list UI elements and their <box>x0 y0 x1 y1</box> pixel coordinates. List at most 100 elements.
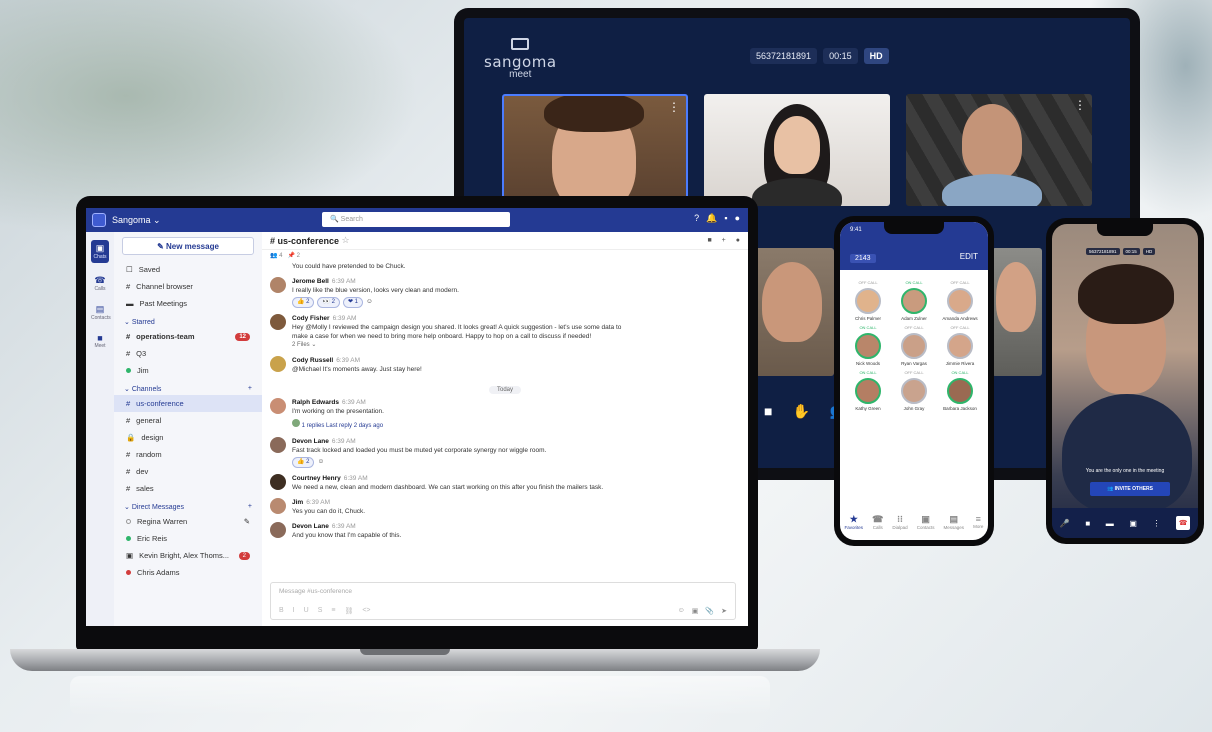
rail-calls[interactable]: ☎ Calls <box>91 275 109 292</box>
sidebar-item-q3[interactable]: # Q3 <box>114 345 262 362</box>
add-icon[interactable]: + <box>248 385 252 393</box>
edit-icon[interactable]: ✎ <box>244 517 250 526</box>
mic-icon[interactable]: 🎤 <box>1060 519 1070 528</box>
message-author[interactable]: Jerome Bell <box>292 278 329 285</box>
sidebar-item-random[interactable]: # random <box>114 446 262 463</box>
message-author[interactable]: Devon Lane <box>292 523 329 530</box>
tab-favorites[interactable]: ★ Favorites <box>845 514 864 530</box>
message-author[interactable]: Devon Lane <box>292 438 329 445</box>
camera-icon[interactable]: ■ <box>1085 519 1090 528</box>
reaction[interactable]: 👍 2 <box>292 457 315 468</box>
underline-icon[interactable]: U <box>304 607 309 615</box>
contact-tile[interactable]: OFF CALL John Gray <box>892 370 936 411</box>
sidebar-item-design[interactable]: 🔒 design <box>114 429 262 446</box>
tab-contacts[interactable]: ▣ Contacts <box>917 514 935 530</box>
section-direct-messages[interactable]: ⌄ Direct Messages + <box>114 497 262 513</box>
share-screen-icon[interactable]: ■ <box>764 403 772 420</box>
link-icon[interactable]: ⛓ <box>344 607 353 615</box>
avatar[interactable] <box>270 474 286 490</box>
section-starred[interactable]: ⌄ Starred <box>114 312 262 328</box>
sidebar-item-channel-browser[interactable]: # Channel browser <box>114 278 262 295</box>
quality-badge[interactable]: HD <box>863 48 889 64</box>
sidebar-item-general[interactable]: # general <box>114 412 262 429</box>
add-icon[interactable]: + <box>248 503 252 511</box>
avatar[interactable]: ● <box>735 213 740 224</box>
avatar[interactable] <box>270 277 286 293</box>
message-author[interactable]: Courtney Henry <box>292 475 341 482</box>
video-tile[interactable] <box>704 94 890 206</box>
star-icon[interactable]: ☆ <box>342 235 350 246</box>
member-count[interactable]: 4 <box>279 253 282 259</box>
sidebar-item-regina-warren[interactable]: Regina Warren ✎ <box>114 513 262 530</box>
avatar[interactable] <box>270 314 286 330</box>
avatar[interactable] <box>270 437 286 453</box>
send-icon[interactable]: ➤ <box>721 607 727 615</box>
screen-share-icon[interactable]: ▬ <box>1106 519 1114 528</box>
tab-messages[interactable]: ▤ Messages <box>944 514 965 530</box>
files-link[interactable]: 2 Files ⌄ <box>292 341 622 350</box>
chat-icon[interactable]: ▣ <box>1129 519 1137 528</box>
code-icon[interactable]: <> <box>362 607 370 615</box>
sidebar-item-sales[interactable]: # sales <box>114 480 262 497</box>
search-input[interactable]: 🔍 Search <box>322 212 510 227</box>
more-icon[interactable]: ⋮ <box>668 100 680 114</box>
sidebar-item-group-dm[interactable]: ▣ Kevin Bright, Alex Thoms... 2 <box>114 547 262 564</box>
status-icon[interactable]: ▪ <box>724 213 727 224</box>
more-icon[interactable]: ⋮ <box>1153 519 1161 528</box>
more-icon[interactable]: ⋮ <box>1074 98 1086 112</box>
gif-icon[interactable]: ▣ <box>692 607 699 615</box>
tab-more[interactable]: ≡ More <box>973 514 983 530</box>
quality-badge[interactable]: HD <box>1142 248 1156 255</box>
bell-icon[interactable]: 🔔 <box>706 213 717 224</box>
help-icon[interactable]: ? <box>694 213 699 224</box>
contact-tile[interactable]: OFF CALL Jimmie Rivera <box>938 325 982 366</box>
message-author[interactable]: Cody Russell <box>292 357 333 364</box>
sidebar-item-past-meetings[interactable]: ▬ Past Meetings <box>114 295 262 312</box>
avatar[interactable] <box>270 398 286 414</box>
video-tile[interactable] <box>992 248 1042 376</box>
avatar[interactable] <box>270 522 286 538</box>
message-author[interactable]: Cody Fisher <box>292 315 330 322</box>
edit-button[interactable]: EDIT <box>960 252 978 261</box>
avatar[interactable] <box>270 356 286 372</box>
rail-chats[interactable]: ▣ Chats <box>91 240 109 263</box>
rail-meet[interactable]: ■ Meet <box>91 333 109 349</box>
message-composer[interactable]: Message #us-conference B I U S ≡ ⛓ <> ☺ … <box>270 582 736 620</box>
sidebar-item-jim[interactable]: Jim <box>114 362 262 379</box>
rail-contacts[interactable]: ▤ Contacts <box>91 304 111 321</box>
bold-icon[interactable]: B <box>279 607 284 615</box>
sidebar-item-operations-team[interactable]: # operations-team 12 <box>114 328 262 345</box>
avatar[interactable] <box>270 498 286 514</box>
add-reaction-icon[interactable]: ☺ <box>317 458 324 465</box>
end-call-icon[interactable]: ☎ <box>1176 516 1191 530</box>
raise-hand-icon[interactable]: ✋ <box>792 403 809 420</box>
extension-badge[interactable]: 2143 <box>850 254 876 263</box>
section-channels[interactable]: ⌄ Channels + <box>114 379 262 395</box>
contact-tile[interactable]: OFF CALL Chris Palmer <box>846 280 890 321</box>
invite-others-button[interactable]: 👥 INVITE OTHERS <box>1090 482 1170 496</box>
info-icon[interactable]: ● <box>736 237 740 244</box>
message-author[interactable]: Ralph Edwards <box>292 399 339 406</box>
add-member-icon[interactable]: + <box>722 237 726 244</box>
app-switcher[interactable]: Sangoma ⌄ <box>112 215 161 226</box>
sidebar-item-dev[interactable]: # dev <box>114 463 262 480</box>
strike-icon[interactable]: S <box>318 607 323 615</box>
list-icon[interactable]: ≡ <box>331 607 335 615</box>
sidebar-item-us-conference[interactable]: # us-conference <box>114 395 262 412</box>
tab-dialpad[interactable]: ⁝⁝ Dialpad <box>892 514 907 530</box>
emoji-icon[interactable]: ☺ <box>678 607 685 615</box>
contact-tile[interactable]: ON CALL Barbara Jackson <box>938 370 982 411</box>
contact-tile[interactable]: ON CALL Nick Woods <box>846 325 890 366</box>
contact-tile[interactable]: ON CALL Kathy Green <box>846 370 890 411</box>
attach-icon[interactable]: 📎 <box>705 607 714 615</box>
message-author[interactable]: Jim <box>292 499 303 506</box>
reaction[interactable]: ❤ 1 <box>342 297 363 308</box>
video-tile[interactable]: ⋮ <box>502 94 688 206</box>
new-message-button[interactable]: ✎ New message <box>122 237 254 255</box>
reaction[interactable]: 👍 2 <box>292 297 315 308</box>
contact-tile[interactable]: ON CALL Adam Zulner <box>892 280 936 321</box>
reaction[interactable]: 👀 2 <box>317 297 340 308</box>
video-call-icon[interactable]: ■ <box>707 237 711 244</box>
thread-replies-link[interactable]: 1 replies Last reply 2 days ago <box>292 419 384 431</box>
sidebar-item-eric-reis[interactable]: Eric Reis <box>114 530 262 547</box>
